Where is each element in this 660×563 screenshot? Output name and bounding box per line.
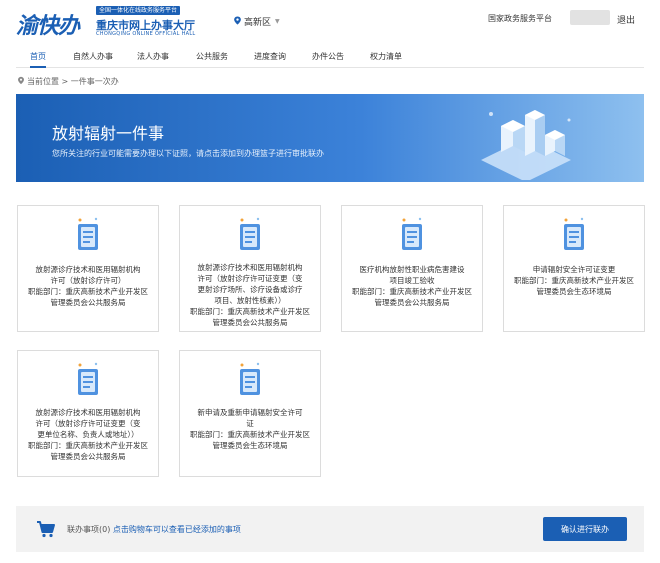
service-card-5-text: 放射源诊疗技术和医用辐射机构 许可（放射诊疗许可证变更（变 更单位名称、负责人或地址…: [28, 408, 148, 461]
chevron-down-icon[interactable]: ▼: [275, 18, 280, 25]
service-card-6-text: 新申请及重新申请辐射安全许可证职能部门：重庆高新技术产业开发区 管理委员会生态环境…: [190, 408, 310, 450]
service-card-2-text: 放射源诊疗技术和医用辐射机构 许可（放射诊疗许可证变更（变 更射诊疗场所、诊疗设备或…: [190, 263, 310, 327]
service-card-2[interactable]: 放射源诊疗技术和医用辐射机构 许可（放射诊疗许可证变更（变 更射诊疗场所、诊疗设备或…: [179, 205, 321, 332]
nav-corporate-affairs[interactable]: 法人办事: [137, 48, 169, 68]
national-platform-link[interactable]: 国家政务服务平台: [488, 13, 552, 24]
document-icon: [78, 217, 98, 250]
location-selector[interactable]: 高新区: [244, 15, 271, 28]
combined-handling-bar: 联办事项(0) 点击购物车可以查看已经添加的事项 确认进行联办: [16, 506, 644, 552]
logo-tagline: 全国一体化在线政务服务平台: [96, 6, 181, 15]
breadcrumb: 当前位置 > 一件事一次办: [27, 77, 119, 86]
banner-description: 您所关注的行业可能需要办理以下证照，请点击添加到办理篮子进行审批联办: [52, 149, 324, 158]
nav-power-list[interactable]: 权力清单: [370, 48, 402, 68]
document-icon: [240, 362, 260, 395]
banner-title: 放射辐射一件事: [52, 124, 165, 143]
service-card-6[interactable]: 新申请及重新申请辐射安全许可证职能部门：重庆高新技术产业开发区 管理委员会生态环境…: [179, 350, 321, 477]
location-pin-icon: [18, 76, 24, 85]
main-nav: 首页 自然人办事 法人办事 公共服务 进度查询 办件公告 权力清单: [16, 48, 644, 68]
topic-banner: 放射辐射一件事 您所关注的行业可能需要办理以下证照，请点击添加到办理篮子进行审批…: [16, 94, 644, 182]
service-card-4-text: 申请辐射安全许可证变更 职能部门：重庆高新技术产业开发区 管理委员会生态环境局: [514, 265, 634, 296]
nav-case-announcements[interactable]: 办件公告: [312, 48, 344, 68]
cart-count: 联办事项(0): [67, 525, 111, 534]
shopping-cart-icon[interactable]: [36, 519, 56, 539]
site-header: 渝快办 全国一体化在线政务服务平台 重庆市网上办事大厅 CHONGQING ON…: [0, 0, 660, 40]
document-icon: [564, 217, 584, 250]
user-name-blurred[interactable]: [570, 10, 610, 25]
service-card-3-text: 医疗机构放射性职业病危害建设 项目竣工验收 职能部门：重庆高新技术产业开发区 管理委员…: [352, 265, 472, 307]
logout-link[interactable]: 退出: [617, 13, 635, 26]
cart-summary: 联办事项(0) 点击购物车可以查看已经添加的事项: [67, 524, 241, 535]
nav-public-services[interactable]: 公共服务: [196, 48, 228, 68]
logo-subtitle: CHONGQING ONLINE OFFICIAL HALL: [96, 31, 196, 37]
nav-home[interactable]: 首页: [30, 48, 46, 68]
document-icon: [78, 362, 98, 395]
nav-personal-affairs[interactable]: 自然人办事: [73, 48, 113, 68]
nav-progress-query[interactable]: 进度查询: [254, 48, 286, 68]
location-pin-icon: [234, 16, 241, 25]
document-icon: [402, 217, 422, 250]
service-card-1-text: 放射源诊疗技术和医用辐射机构 许可（放射诊疗许可） 职能部门：重庆高新技术产业开发区…: [28, 265, 148, 307]
service-card-1[interactable]: 放射源诊疗技术和医用辐射机构 许可（放射诊疗许可） 职能部门：重庆高新技术产业开发区…: [17, 205, 159, 332]
document-icon: [240, 217, 260, 250]
service-card-4[interactable]: 申请辐射安全许可证变更 职能部门：重庆高新技术产业开发区 管理委员会生态环境局: [503, 205, 645, 332]
service-card-3[interactable]: 医疗机构放射性职业病危害建设 项目竣工验收 职能部门：重庆高新技术产业开发区 管理委员…: [341, 205, 483, 332]
city-buildings-illustration-icon: [481, 110, 571, 180]
logo-mark[interactable]: 渝快办: [16, 8, 80, 40]
service-card-5[interactable]: 放射源诊疗技术和医用辐射机构 许可（放射诊疗许可证变更（变 更单位名称、负责人或地址…: [17, 350, 159, 477]
view-cart-link[interactable]: 点击购物车可以查看已经添加的事项: [113, 525, 241, 534]
confirm-combined-button[interactable]: 确认进行联办: [543, 517, 627, 541]
